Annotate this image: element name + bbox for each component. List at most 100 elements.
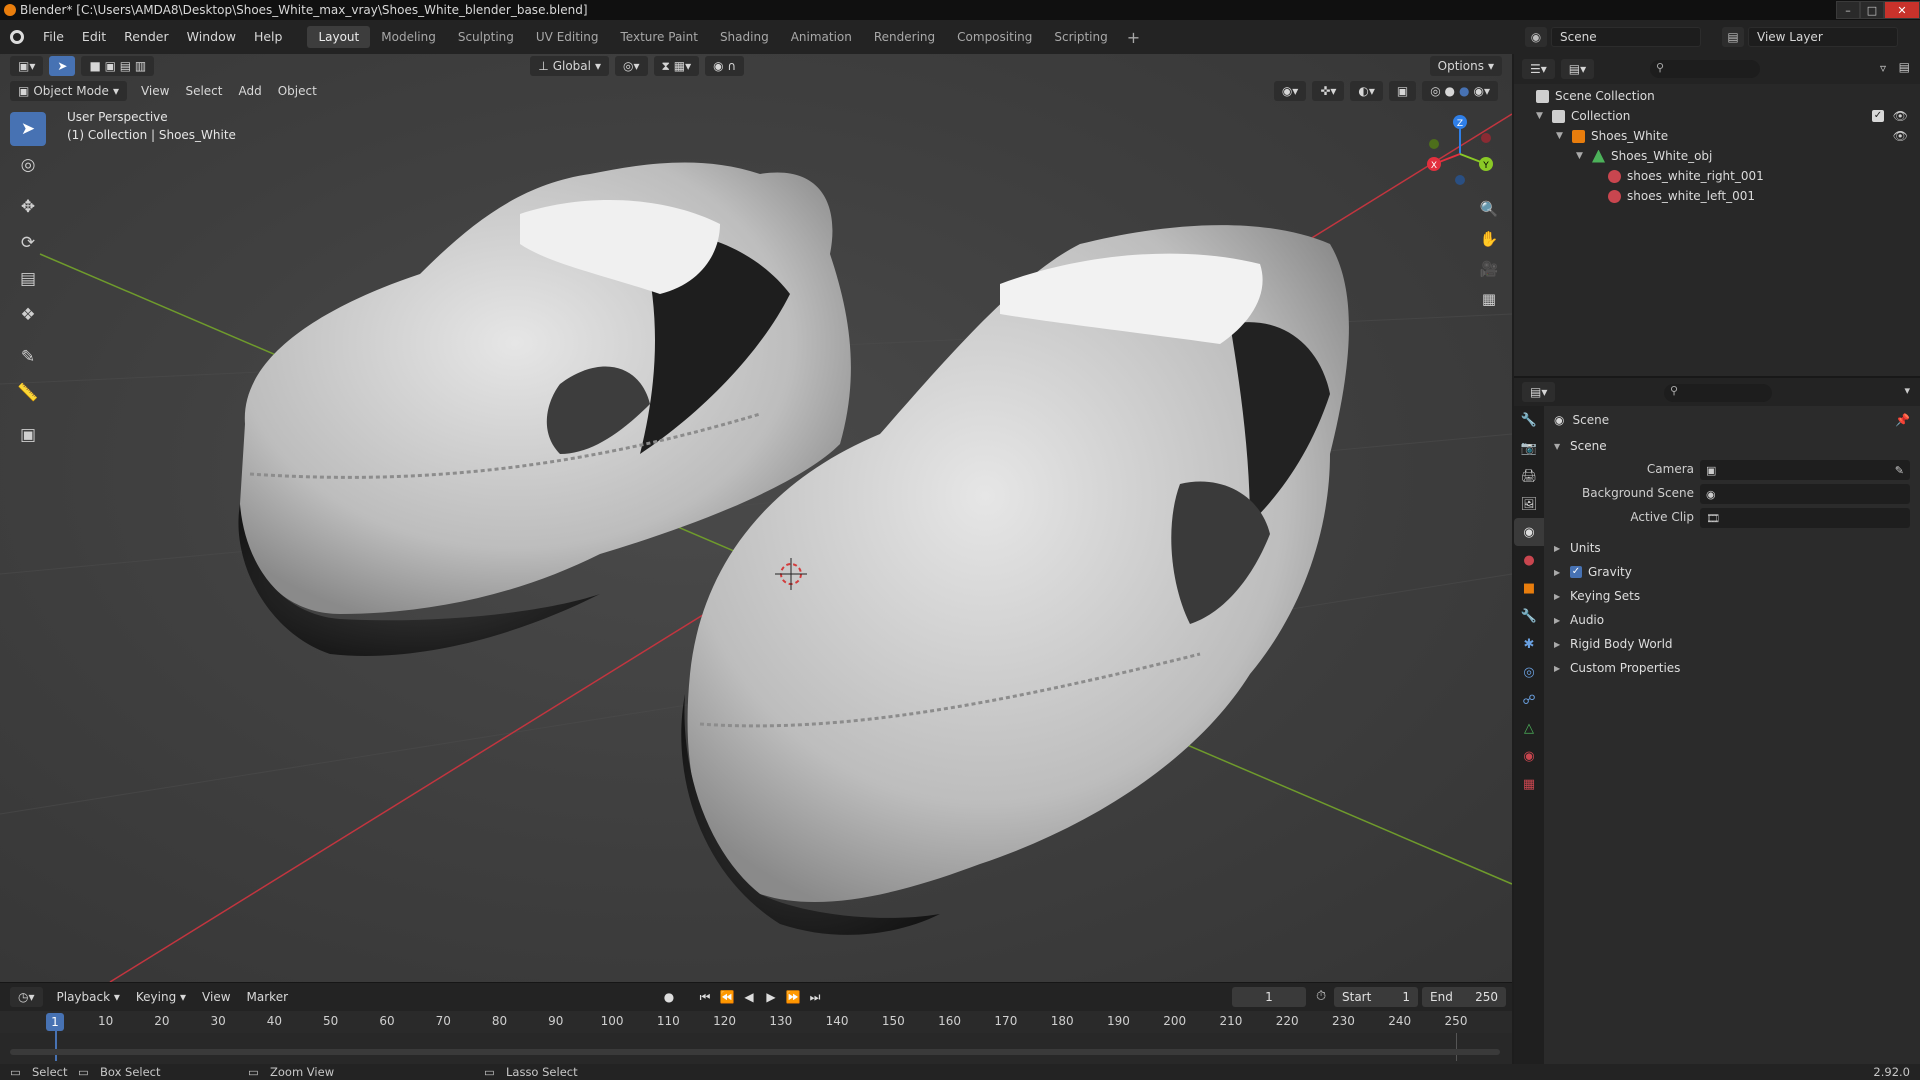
output-tab-icon[interactable]: 🖨 (1514, 462, 1544, 490)
outliner-row-shoes-white-left[interactable]: shoes_white_left_001 (1608, 186, 1755, 206)
properties-editor-type-button[interactable]: ▤▾ (1522, 382, 1556, 402)
properties-search-input[interactable] (1664, 384, 1772, 402)
scale-tool-icon[interactable]: ▤ (10, 262, 46, 296)
annotate-tool-icon[interactable]: ✎ (10, 340, 46, 374)
tab-uv-editing[interactable]: UV Editing (525, 26, 610, 48)
viewport-menu-select[interactable]: Select (177, 84, 230, 98)
pin-icon[interactable]: 📌 (1895, 413, 1910, 427)
ortho-grid-icon[interactable]: ▦ (1474, 284, 1504, 314)
select-box-tool-icon[interactable]: ➤ (10, 112, 46, 146)
filter-icon[interactable]: ▿ (1880, 61, 1886, 75)
tab-layout[interactable]: Layout (307, 26, 371, 48)
menu-file[interactable]: File (34, 20, 73, 54)
timeline-menu-playback[interactable]: Playback ▾ (49, 990, 128, 1004)
viewport-menu-add[interactable]: Add (230, 84, 269, 98)
proportional-edit-toggle[interactable]: ◉ ∩ (705, 56, 745, 76)
menu-help[interactable]: Help (245, 20, 292, 54)
modifier-tab-icon[interactable]: 🔧 (1514, 602, 1544, 630)
expand-toggle-icon[interactable]: ▼ (1576, 151, 1586, 161)
play-icon[interactable]: ▶ (762, 987, 780, 1007)
outliner-row-shoes-white-obj[interactable]: ▼ Shoes_White_obj (1576, 146, 1712, 166)
object-tab-icon[interactable]: ■ (1514, 574, 1544, 602)
viewport-menu-object[interactable]: Object (270, 84, 325, 98)
tab-sculpting[interactable]: Sculpting (447, 26, 525, 48)
select-tool-button[interactable]: ➤ (49, 56, 76, 76)
tab-compositing[interactable]: Compositing (946, 26, 1043, 48)
move-tool-icon[interactable]: ✥ (10, 190, 46, 224)
particles-tab-icon[interactable]: ✱ (1514, 630, 1544, 658)
camera-view-icon[interactable]: 🎥 (1474, 254, 1504, 284)
world-tab-icon[interactable]: ● (1514, 546, 1544, 574)
camera-field[interactable]: ▣ ✎ (1700, 460, 1910, 480)
background-scene-field[interactable]: ◉ (1700, 484, 1910, 504)
eyedropper-icon[interactable]: ✎ (1895, 464, 1904, 477)
editor-type-button[interactable]: ▣▾ (10, 56, 44, 76)
xray-toggle[interactable]: ▣ (1388, 81, 1417, 101)
scene-tab-icon[interactable]: ◉ (1514, 518, 1544, 546)
jump-start-icon[interactable]: ⏮ (696, 987, 714, 1007)
view-layer-icon[interactable]: ▤ (1722, 27, 1744, 47)
tab-animation[interactable]: Animation (780, 26, 863, 48)
menu-render[interactable]: Render (115, 20, 178, 54)
timeline-menu-marker[interactable]: Marker (239, 990, 296, 1004)
mode-dropdown[interactable]: ▣ Object Mode ▾ (10, 81, 127, 101)
timeline-editor-type-button[interactable]: ◷▾ (10, 987, 43, 1007)
play-reverse-icon[interactable]: ◀ (740, 987, 758, 1007)
blender-logo-icon[interactable] (0, 20, 34, 54)
outliner-search-input[interactable] (1650, 60, 1760, 78)
new-collection-icon[interactable]: ▤ (1899, 60, 1910, 74)
shading-mode-buttons[interactable]: ◎ ● ● ◉▾ (1422, 81, 1498, 101)
tab-texture-paint[interactable]: Texture Paint (610, 26, 709, 48)
stopwatch-icon[interactable]: ⏱ (1316, 989, 1326, 1004)
scene-icon[interactable]: ◉ (1525, 27, 1547, 47)
visibility-eye-icon[interactable]: 👁 (1893, 109, 1908, 123)
close-icon[interactable]: ✕ (1884, 1, 1920, 19)
maximize-icon[interactable]: □ (1860, 1, 1884, 19)
constraints-tab-icon[interactable]: ☍ (1514, 686, 1544, 714)
navigation-gizmo[interactable]: Z X Y (1420, 110, 1500, 190)
gravity-panel-header[interactable]: ▶ ✓ Gravity (1544, 560, 1920, 584)
exclude-checkbox[interactable]: ✓ (1872, 110, 1884, 122)
auto-keying-icon[interactable]: ● (660, 987, 678, 1007)
custom-properties-panel-header[interactable]: ▶ Custom Properties (1544, 656, 1920, 680)
data-tab-icon[interactable]: △ (1514, 714, 1544, 742)
snap-toggle[interactable]: ⧗ ▦▾ (653, 56, 700, 76)
tab-scripting[interactable]: Scripting (1043, 26, 1118, 48)
gizmo-toggle[interactable]: ✜▾ (1312, 81, 1345, 101)
outliner-row-shoes-white[interactable]: ▼ Shoes_White 👁 (1556, 126, 1916, 146)
jump-end-icon[interactable]: ⏭ (806, 987, 824, 1007)
physics-tab-icon[interactable]: ◎ (1514, 658, 1544, 686)
audio-panel-header[interactable]: ▶ Audio (1544, 608, 1920, 632)
minimize-icon[interactable]: – (1836, 1, 1860, 19)
measure-tool-icon[interactable]: 📏 (10, 376, 46, 410)
tab-shading[interactable]: Shading (709, 26, 780, 48)
overlay-toggle[interactable]: ◐▾ (1350, 81, 1383, 101)
transform-tool-icon[interactable]: ❖ (10, 298, 46, 332)
next-keyframe-icon[interactable]: ⏩ (784, 987, 802, 1007)
outliner-row-shoes-white-right[interactable]: shoes_white_right_001 (1608, 166, 1764, 186)
view-layer-tab-icon[interactable]: 🖼 (1514, 490, 1544, 518)
keying-sets-panel-header[interactable]: ▶ Keying Sets (1544, 584, 1920, 608)
outliner-editor-type-button[interactable]: ☰▾ (1522, 59, 1555, 79)
tab-modeling[interactable]: Modeling (370, 26, 447, 48)
playhead[interactable]: 1 (46, 1013, 64, 1031)
3d-viewport[interactable]: ▣▾ ➤ ■ ▣ ▤ ▥ ⊥ Global ▾ ◎▾ ⧗ ▦▾ ◉ ∩ Option… (0, 54, 1512, 982)
expand-toggle-icon[interactable]: ▼ (1536, 111, 1546, 121)
current-frame-field[interactable]: 1 (1232, 987, 1306, 1007)
outliner-row-scene-collection[interactable]: Scene Collection (1536, 86, 1655, 106)
material-tab-icon[interactable]: ◉ (1514, 742, 1544, 770)
outliner-row-collection[interactable]: ▼ Collection ✓ 👁 (1536, 106, 1916, 126)
scene-name-field[interactable]: Scene (1551, 27, 1701, 47)
timeline-scrollbar[interactable] (10, 1049, 1500, 1055)
chevron-down-icon[interactable]: ▾ (1904, 384, 1910, 397)
texture-tab-icon[interactable]: ▦ (1514, 770, 1544, 798)
expand-toggle-icon[interactable]: ▼ (1556, 131, 1566, 141)
tool-tab-icon[interactable]: 🔧 (1514, 406, 1544, 434)
menu-window[interactable]: Window (178, 20, 245, 54)
select-mode-buttons[interactable]: ■ ▣ ▤ ▥ (81, 56, 155, 76)
zoom-icon[interactable]: 🔍 (1474, 194, 1504, 224)
render-tab-icon[interactable]: 📷 (1514, 434, 1544, 462)
timeline-menu-view[interactable]: View (194, 990, 238, 1004)
end-frame-field[interactable]: End 250 (1422, 987, 1506, 1007)
view-layer-name-field[interactable]: View Layer (1748, 27, 1898, 47)
